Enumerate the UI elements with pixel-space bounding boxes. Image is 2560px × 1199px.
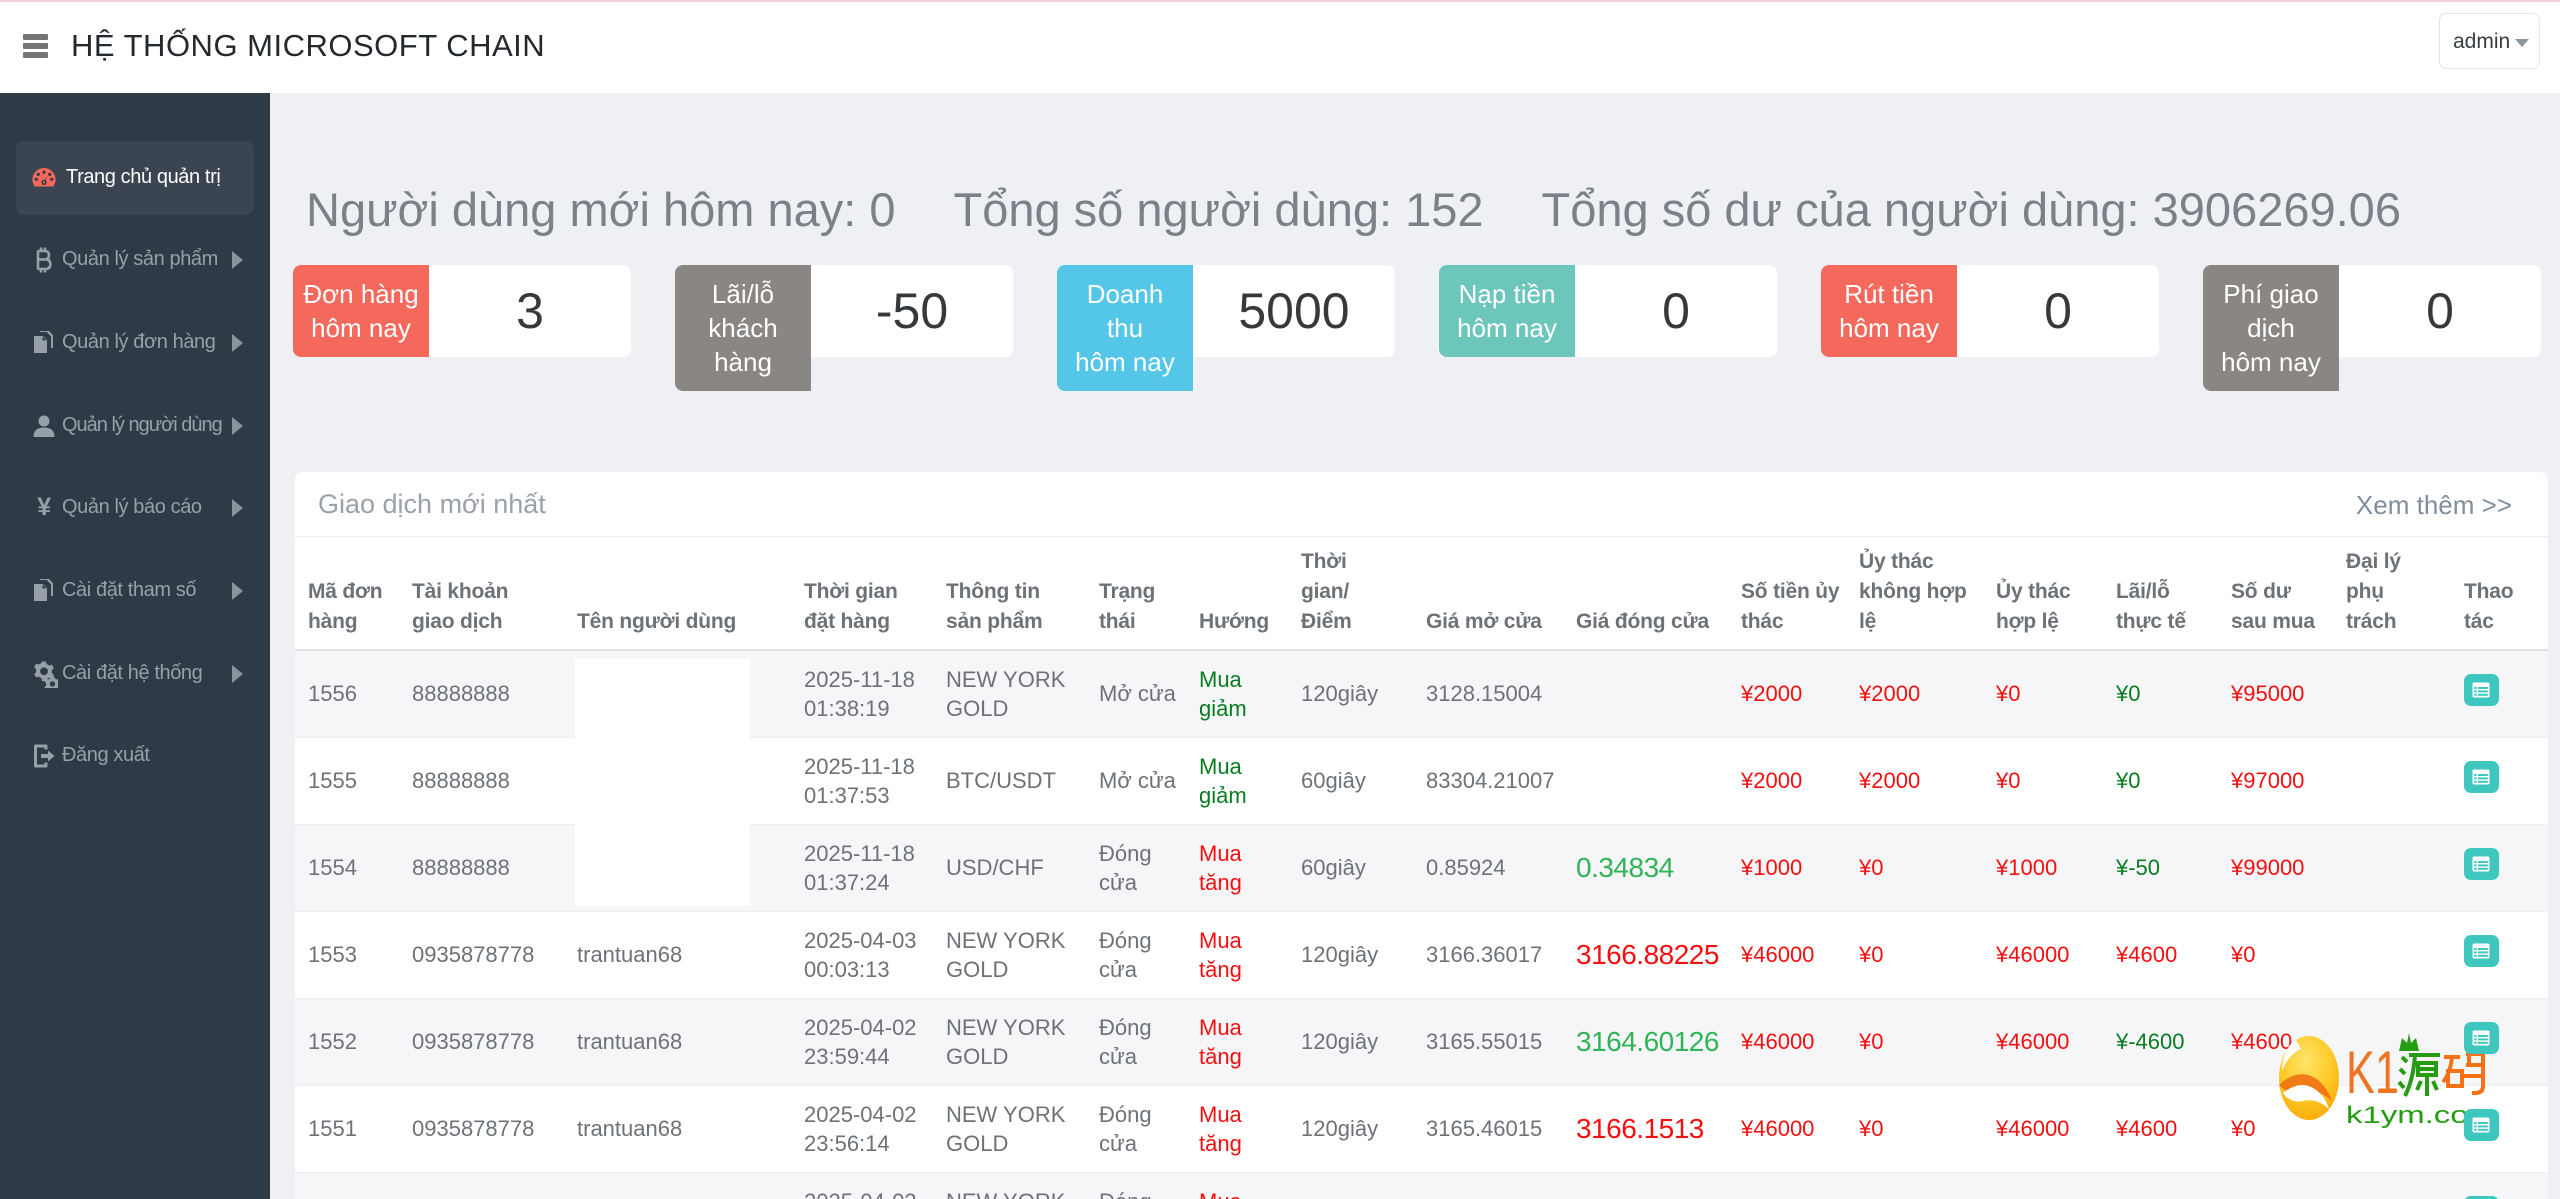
svg-text:K1: K1: [2346, 1039, 2399, 1106]
